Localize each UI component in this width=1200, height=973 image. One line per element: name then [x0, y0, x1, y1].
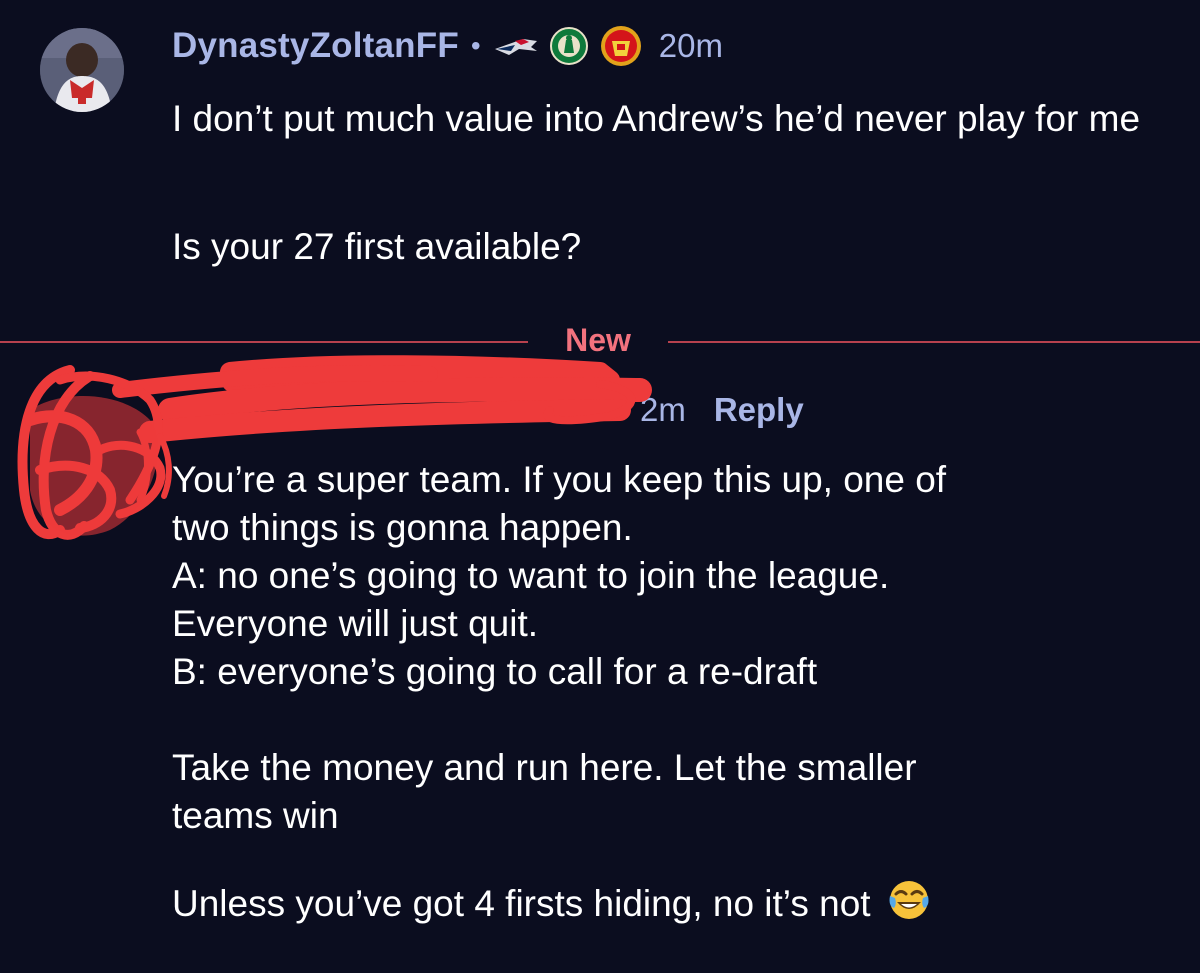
comment-timestamp: 20m: [658, 27, 723, 64]
reply-button[interactable]: Reply: [714, 391, 804, 429]
user-avatar[interactable]: [40, 28, 124, 112]
avatar-image: [40, 28, 124, 112]
comment-body: You’re a super team. If you keep this up…: [172, 456, 1182, 934]
username[interactable]: DynastyZoltanFF: [172, 26, 459, 66]
comment-paragraph: I don’t put much value into Andrew’s he’…: [172, 98, 1141, 139]
comment-body-question: Is your 27 first available?: [172, 222, 1172, 271]
new-divider-line-right: [668, 341, 1200, 343]
comment-paragraph: Is your 27 first available?: [172, 226, 582, 267]
comment-line: teams win: [172, 795, 339, 836]
comment-line: two things is gonna happen.: [172, 507, 633, 548]
face-with-tears-of-joy-icon: [887, 878, 931, 934]
comment-timestamp: 2m: [640, 391, 686, 428]
celtics-badge-icon: [549, 26, 589, 66]
comment-line: You’re a super team. If you keep this up…: [172, 459, 947, 500]
comment-line: Everyone will just quit.: [172, 603, 539, 644]
separator-dot: •: [470, 30, 481, 61]
comment-line: B: everyone’s going to call for a re-dra…: [172, 651, 818, 692]
patriots-badge-icon: [493, 33, 539, 59]
comment-line: Unless you’ve got 4 firsts hiding, no it…: [172, 882, 871, 924]
comment-line: Take the money and run here. Let the sma…: [172, 747, 917, 788]
man-united-badge-icon: [599, 24, 643, 68]
comment-header: DynastyZoltanFF • 20m: [172, 24, 723, 68]
new-divider-line-left: [0, 341, 528, 343]
comment-meta: 2m Reply: [640, 388, 804, 432]
comment-last-line: Unless you’ve got 4 firsts hiding, no it…: [172, 878, 1182, 934]
comment-body: I don’t put much value into Andrew’s he’…: [172, 94, 1172, 143]
new-divider-label: New: [565, 322, 631, 358]
comment-line: A: no one’s going to want to join the le…: [172, 555, 890, 596]
